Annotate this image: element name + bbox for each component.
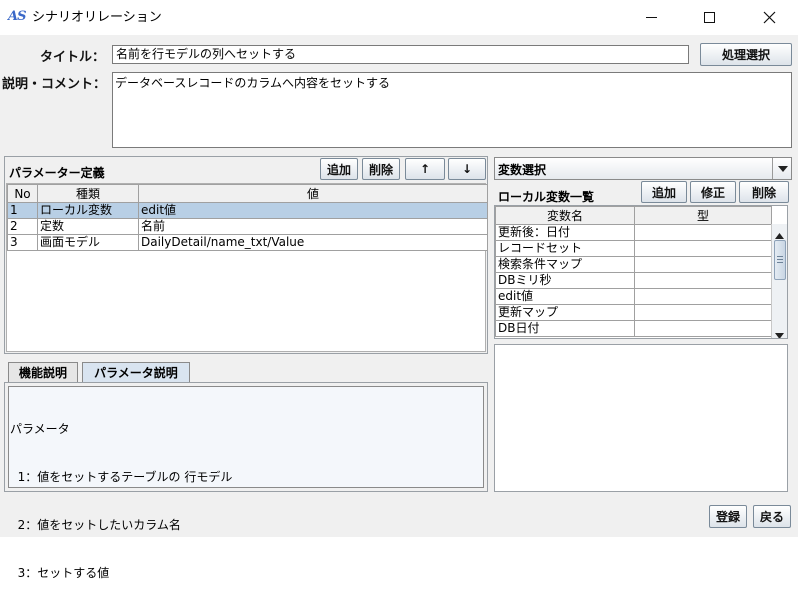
maximize-icon (703, 12, 715, 23)
var-add-button[interactable]: 追加 (641, 181, 687, 203)
table-row[interactable]: edit値 (495, 288, 772, 305)
description-line: 3：セットする値 (10, 566, 110, 580)
column-header-no[interactable]: No (7, 184, 38, 203)
param-down-button[interactable]: ↓ (448, 158, 486, 180)
cell-no: 3 (7, 234, 38, 251)
cell-var-name: edit値 (495, 288, 635, 305)
cell-kind: ローカル変数 (37, 202, 139, 219)
local-variables-viewport: 変数名 型 更新後：日付 レコードセット 検索条件マップ DBミリ秒 edit値… (494, 205, 788, 339)
cell-value: edit値 (138, 202, 488, 219)
cell-no: 2 (7, 218, 38, 235)
var-edit-button[interactable]: 修正 (690, 181, 736, 203)
cell-type (634, 224, 772, 241)
variable-select-dropdown[interactable]: 変数選択 (494, 157, 792, 180)
column-header-value[interactable]: 値 (138, 184, 488, 203)
table-row[interactable]: DB日付 (495, 320, 772, 337)
minimize-button[interactable] (622, 0, 680, 35)
scroll-down-icon[interactable] (775, 328, 784, 338)
table-row[interactable]: 2 定数 名前 (7, 218, 488, 235)
minimize-icon (645, 17, 657, 18)
cell-var-name: 更新マップ (495, 304, 635, 321)
variables-scrollbar[interactable] (771, 224, 787, 338)
cell-var-name: 更新後：日付 (495, 224, 635, 241)
parameter-description-text: パラメータ 1：値をセットするテーブルの 行モデル 2：値をセットしたいカラム名… (8, 386, 484, 580)
cell-type (634, 240, 772, 257)
table-row[interactable]: 検索条件マップ (495, 256, 772, 273)
cell-kind: 画面モデル (37, 234, 139, 251)
cell-var-name: DBミリ秒 (495, 272, 635, 289)
comment-textarea[interactable]: データベースレコードのカラムへ内容をセットする (112, 72, 792, 148)
cell-value: DailyDetail/name_txt/Value (138, 234, 488, 251)
cell-type (634, 304, 772, 321)
local-variables-title: ローカル変数一覧 (498, 190, 595, 204)
parameter-table-header: No 種類 値 (7, 184, 488, 203)
var-delete-button[interactable]: 削除 (739, 181, 789, 203)
cell-no: 1 (7, 202, 38, 219)
local-variables-table: 変数名 型 更新後：日付 レコードセット 検索条件マップ DBミリ秒 edit値… (495, 206, 772, 337)
param-delete-button[interactable]: 削除 (362, 158, 400, 180)
cell-type (634, 320, 772, 337)
title-input[interactable]: 名前を行モデルの列へセットする (112, 45, 689, 64)
back-button[interactable]: 戻る (753, 505, 791, 528)
dropdown-arrow-button[interactable] (772, 158, 792, 179)
variable-detail-area[interactable] (494, 344, 788, 492)
table-row[interactable]: 1 ローカル変数 edit値 (7, 202, 488, 219)
scrollbar-thumb[interactable] (774, 240, 786, 280)
table-row[interactable]: レコードセット (495, 240, 772, 257)
column-header-type[interactable]: 型 (634, 206, 772, 225)
table-row[interactable]: 更新マップ (495, 304, 772, 321)
variables-table-header: 変数名 型 (495, 206, 772, 225)
parameter-table: No 種類 値 1 ローカル変数 edit値 2 定数 名前 3 画面モデル D… (7, 184, 488, 251)
close-icon (763, 11, 775, 24)
chevron-down-icon (777, 165, 788, 172)
description-line: 2：値をセットしたいカラム名 (10, 518, 181, 532)
app-logo-icon: AS (8, 9, 26, 24)
comment-label: 説明・コメント： (2, 77, 107, 92)
column-header-var-name[interactable]: 変数名 (495, 206, 635, 225)
tab-function-description[interactable]: 機能説明 (8, 362, 78, 382)
maximize-button[interactable] (680, 0, 738, 35)
parameter-table-viewport: No 種類 値 1 ローカル変数 edit値 2 定数 名前 3 画面モデル D… (6, 183, 488, 352)
close-button[interactable] (740, 0, 798, 35)
title-label: タイトル： (40, 50, 106, 65)
cell-type (634, 288, 772, 305)
cell-var-name: レコードセット (495, 240, 635, 257)
param-add-button[interactable]: 追加 (320, 158, 358, 180)
column-header-kind[interactable]: 種類 (37, 184, 139, 203)
table-row[interactable]: 3 画面モデル DailyDetail/name_txt/Value (7, 234, 488, 251)
parameter-panel-title: パラメーター定義 (9, 166, 105, 180)
cell-type (634, 256, 772, 273)
window-title: シナリオリレーション (32, 10, 162, 25)
title-bar: AS シナリオリレーション (0, 0, 798, 35)
param-up-button[interactable]: ↑ (405, 158, 445, 180)
cell-type (634, 272, 772, 289)
cell-var-name: 検索条件マップ (495, 256, 635, 273)
description-line: パラメータ (10, 422, 70, 436)
cell-value: 名前 (138, 218, 488, 235)
cell-var-name: DB日付 (495, 320, 635, 337)
variable-select-value: 変数選択 (498, 163, 547, 177)
description-line: 1：値をセットするテーブルの 行モデル (10, 470, 233, 484)
tab-parameter-description[interactable]: パラメータ説明 (82, 362, 190, 382)
table-row[interactable]: DBミリ秒 (495, 272, 772, 289)
table-row[interactable]: 更新後：日付 (495, 224, 772, 241)
process-select-button[interactable]: 処理選択 (700, 43, 792, 66)
register-button[interactable]: 登録 (709, 505, 747, 528)
cell-kind: 定数 (37, 218, 139, 235)
